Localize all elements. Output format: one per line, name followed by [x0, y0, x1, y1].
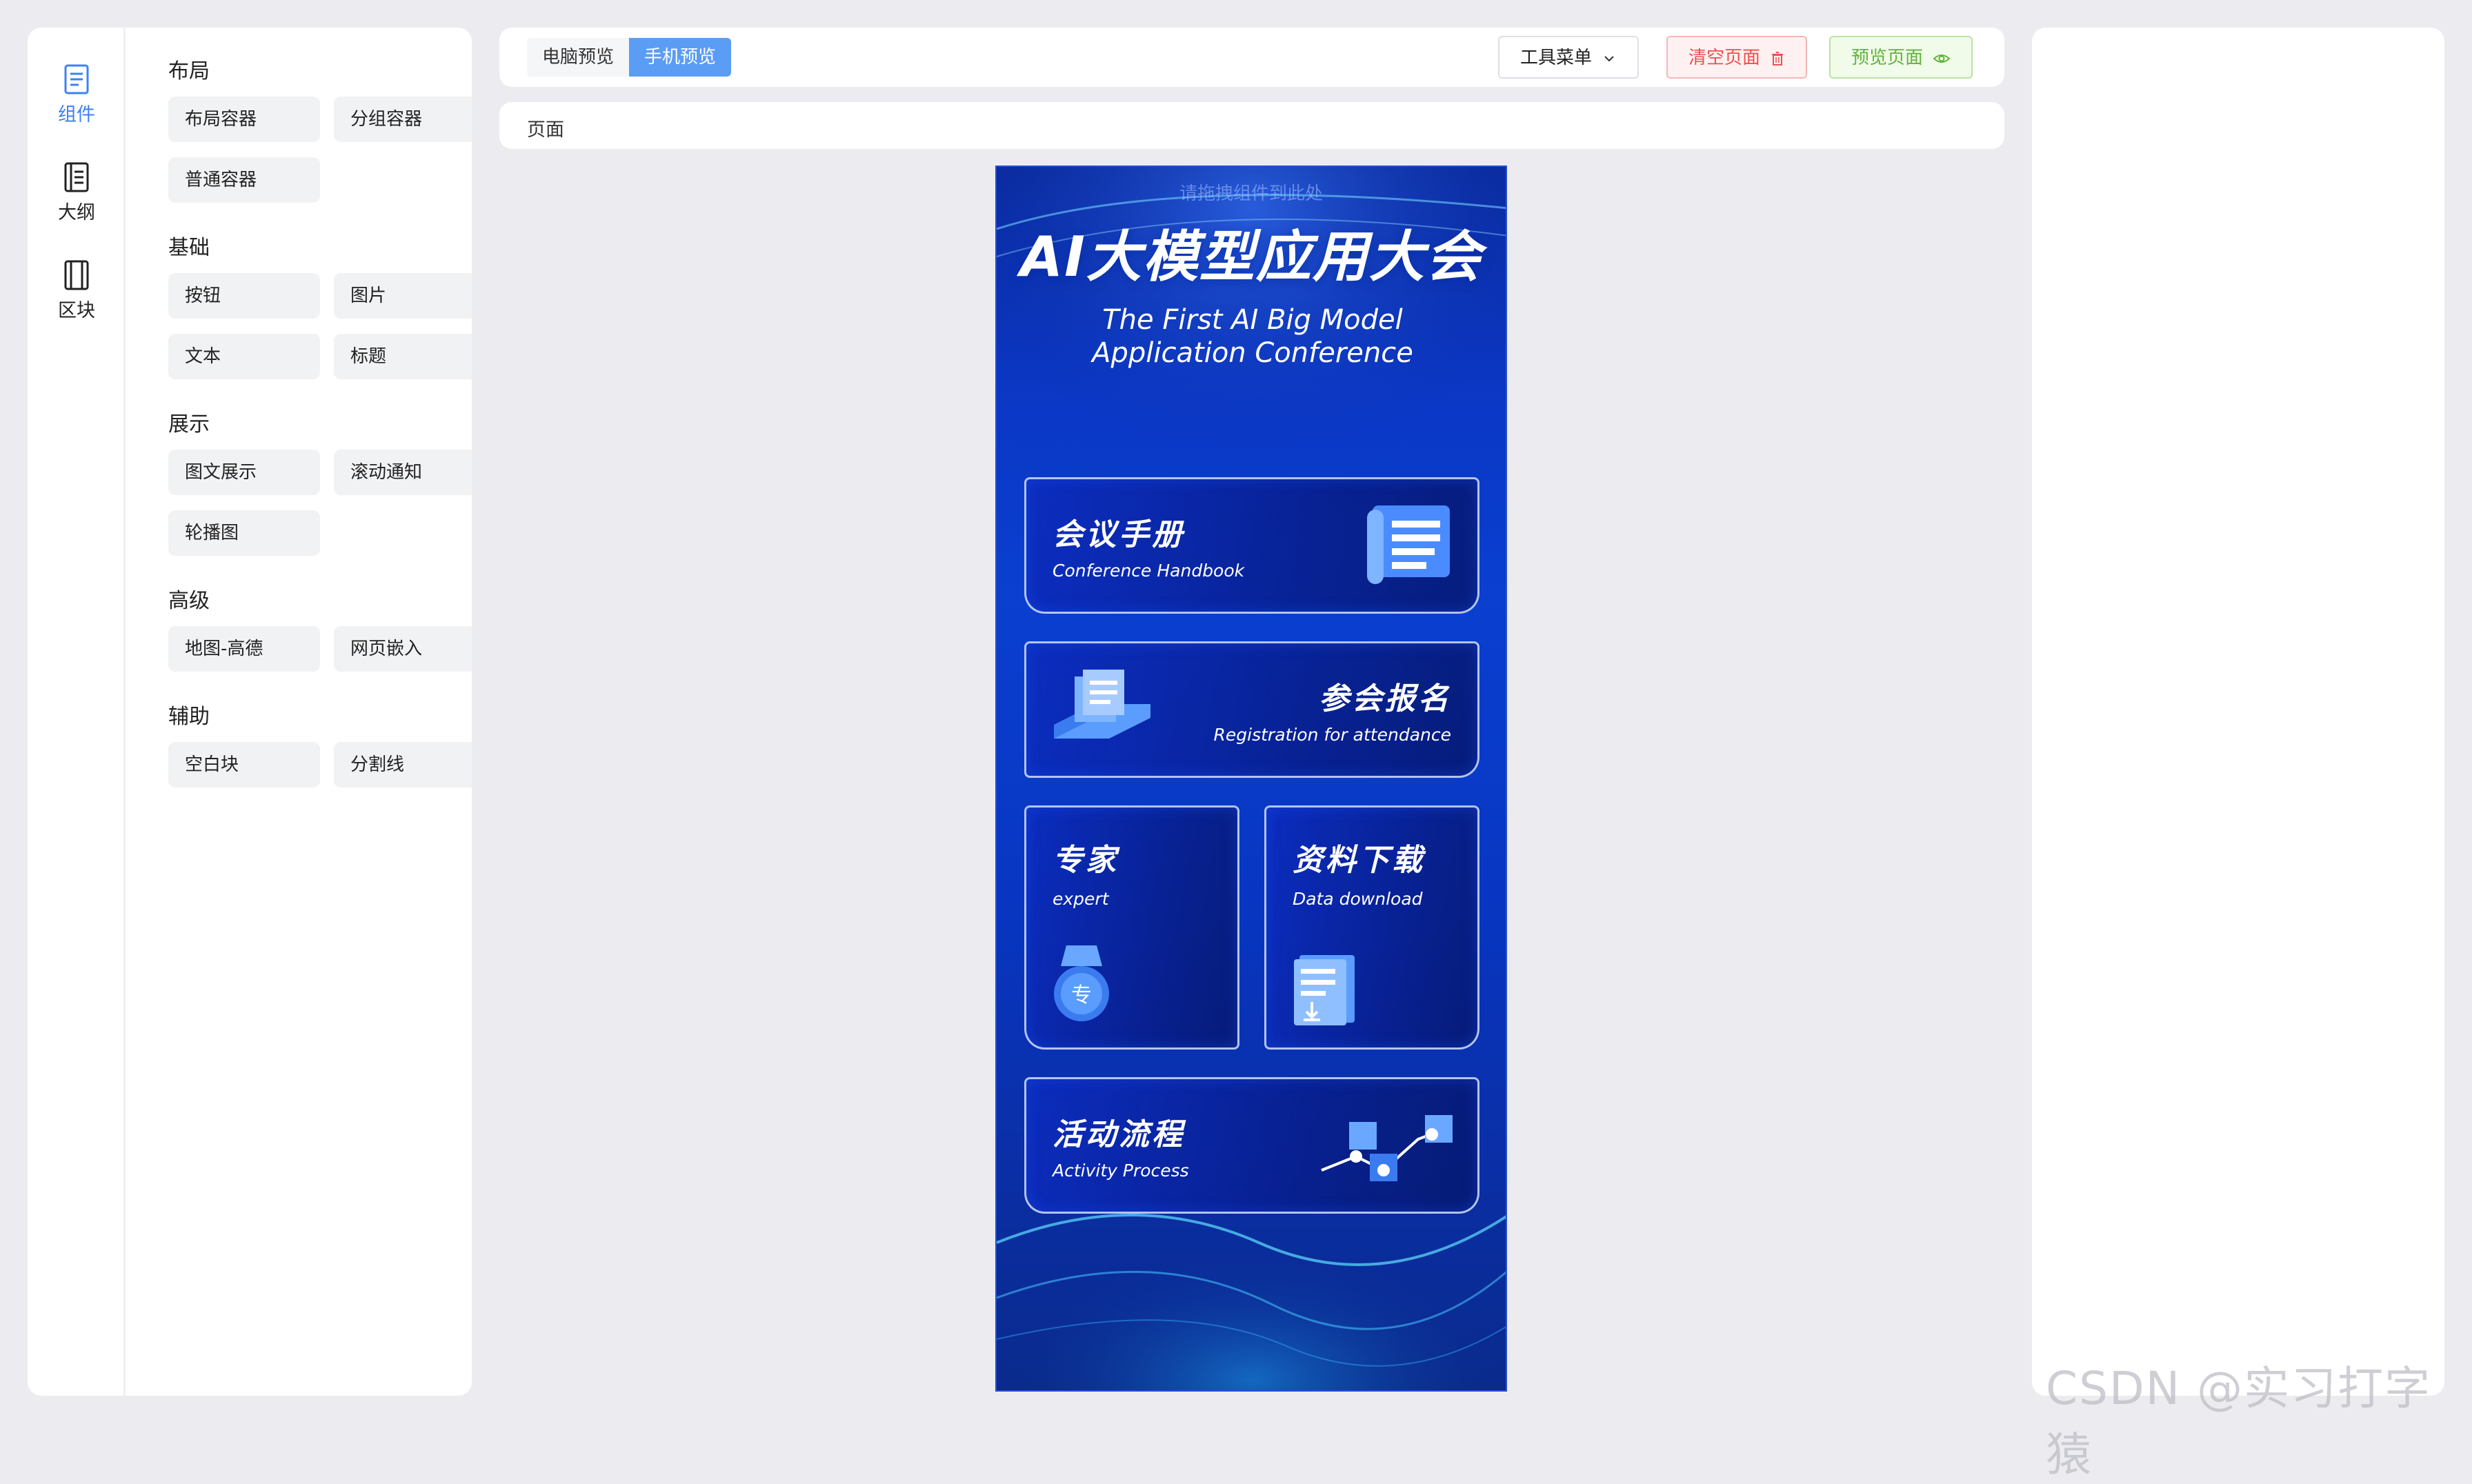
card-title: 活动流程 [1053, 1117, 1185, 1152]
palette-item-map[interactable]: 地图-高德 [168, 626, 320, 672]
side-rail: 组件 大纲 区块 [28, 28, 126, 1396]
palette-item-group-container[interactable]: 分组容器 [334, 97, 472, 142]
component-palette: 布局 布局容器 分组容器 普通容器 基础 按钮 图片 文本 标题 展示 图文展示… [126, 28, 472, 1396]
palette-item-text[interactable]: 文本 [168, 334, 320, 379]
hero-title: AI大模型应用大会 [1020, 225, 1482, 289]
tab-mobile-preview[interactable]: 手机预览 [629, 38, 732, 77]
notebook-icon [64, 162, 89, 192]
breadcrumb: 页面 [499, 102, 2004, 149]
watermark: CSDN @实习打字猿 [2046, 1362, 2432, 1481]
card-title: 资料下载 [1293, 843, 1425, 878]
hero-subtitle: The First AI Big Model Application Confe… [1092, 304, 1413, 369]
card-subtitle: Data download [1293, 889, 1423, 909]
card-title: 会议手册 [1053, 517, 1185, 552]
mobile-canvas[interactable]: 请拖拽组件到此处 AI大模型应用大会 The First AI Big Mode… [995, 166, 1507, 1392]
trash-icon [1772, 51, 1784, 66]
palette-item-image[interactable]: 图片 [334, 273, 472, 319]
card-data-download[interactable]: 资料下载 Data download [1264, 805, 1479, 1050]
card-subtitle: expert [1053, 889, 1109, 909]
rail-label-blocks: 区块 [58, 300, 95, 321]
card-subtitle: Activity Process [1053, 1161, 1189, 1181]
palette-item-image-text[interactable]: 图文展示 [168, 450, 320, 495]
document-icon [64, 64, 89, 94]
eye-icon [1933, 54, 1951, 63]
flow-cubes-icon [1321, 1115, 1453, 1181]
tools-menu-button[interactable]: 工具菜单 [1498, 36, 1639, 79]
card-subtitle: Registration for attendance [1213, 725, 1451, 745]
left-panel: 组件 大纲 区块 布局 布局容器 分组容器 普通容器 基础 按钮 图片 文本 标… [28, 28, 472, 1396]
rail-label-components: 组件 [58, 104, 95, 126]
block-icon [64, 260, 89, 290]
palette-item-spacer[interactable]: 空白块 [168, 742, 320, 788]
card-registration[interactable]: 参会报名 Registration for attendance [1024, 641, 1479, 778]
clear-page-label: 清空页面 [1688, 48, 1761, 68]
palette-item-heading[interactable]: 标题 [334, 334, 472, 379]
group-title-auxiliary: 辅助 [168, 705, 210, 729]
palette-item-normal-container[interactable]: 普通容器 [168, 157, 320, 203]
group-title-basic: 基础 [168, 236, 210, 260]
medal-badge-text: 专 [1071, 983, 1092, 1007]
palette-item-marquee[interactable]: 滚动通知 [334, 450, 472, 495]
download-document-icon [1294, 955, 1355, 1025]
top-toolbar: 电脑预览 手机预览 工具菜单 清空页面 预览页面 [499, 28, 2004, 87]
preview-mode-tabs: 电脑预览 手机预览 [527, 38, 732, 77]
palette-item-layout-container[interactable]: 布局容器 [168, 97, 320, 142]
breadcrumb-page[interactable]: 页面 [527, 114, 564, 141]
palette-item-divider[interactable]: 分割线 [334, 742, 472, 788]
chevron-down-icon [1604, 55, 1614, 61]
card-conference-handbook[interactable]: 会议手册 Conference Handbook [1024, 477, 1479, 614]
scroll-document-icon [1367, 505, 1450, 584]
file-stack-icon [1054, 670, 1150, 739]
medal-icon: 专 [1054, 945, 1109, 1021]
tools-menu-label: 工具菜单 [1520, 48, 1593, 68]
group-title-advanced: 高级 [168, 589, 210, 613]
group-title-display: 展示 [168, 412, 210, 437]
card-subtitle: Conference Handbook [1053, 561, 1245, 581]
rail-item-components[interactable]: 组件 [28, 63, 126, 126]
rail-label-outline: 大纲 [58, 202, 95, 223]
properties-panel [2032, 28, 2444, 1396]
card-activity-process[interactable]: 活动流程 Activity Process [1024, 1077, 1479, 1214]
card-title: 参会报名 [1319, 681, 1451, 716]
card-title: 专家 [1053, 843, 1119, 878]
clear-page-button[interactable]: 清空页面 [1666, 36, 1808, 79]
palette-item-button[interactable]: 按钮 [168, 273, 320, 319]
card-expert[interactable]: 专家 expert 专 [1024, 805, 1239, 1050]
drop-hint: 请拖拽组件到此处 [1179, 183, 1323, 204]
preview-page-button[interactable]: 预览页面 [1829, 36, 1973, 79]
palette-item-carousel[interactable]: 轮播图 [168, 510, 320, 556]
group-title-layout: 布局 [168, 59, 210, 83]
rail-item-outline[interactable]: 大纲 [28, 161, 126, 224]
palette-item-iframe[interactable]: 网页嵌入 [334, 626, 472, 672]
rail-item-blocks[interactable]: 区块 [28, 259, 126, 322]
tab-desktop-preview[interactable]: 电脑预览 [527, 38, 630, 77]
preview-page-label: 预览页面 [1851, 48, 1924, 68]
